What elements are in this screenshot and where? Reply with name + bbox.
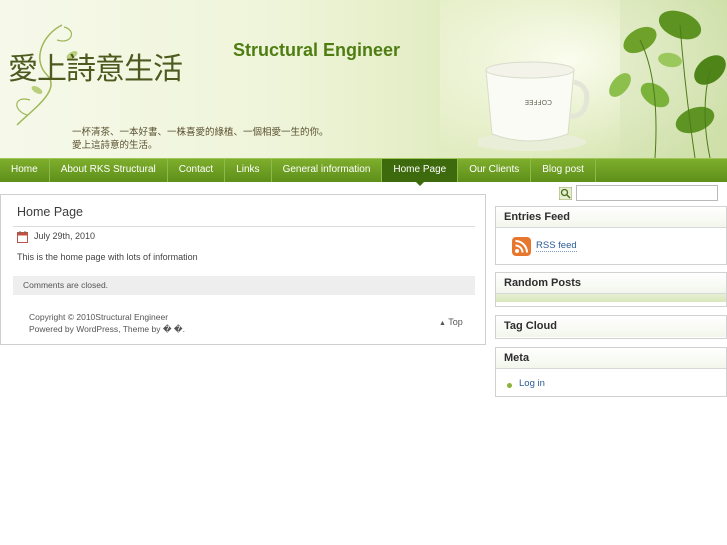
calligraphy-line-1: 一杯清茶、一本好書、一株喜愛的綠植、一個相愛一生的你。 [72, 127, 329, 138]
arrow-up-icon: ▲ [439, 320, 446, 327]
svg-text:COFFEE: COFFEE [525, 98, 552, 106]
site-title[interactable]: Structural Engineer [233, 40, 400, 61]
post-date: July 29th, 2010 [34, 231, 96, 241]
comments-status: Comments are closed. [13, 276, 475, 295]
widget-title-tag-cloud: Tag Cloud [496, 316, 726, 337]
calendar-icon [17, 231, 28, 243]
widget-tag-cloud: Tag Cloud [495, 315, 727, 339]
title-divider [13, 226, 475, 227]
footer-copyright: Copyright © 2010Structural Engineer [29, 312, 169, 322]
search-icon[interactable] [559, 187, 572, 200]
site-header: 愛上詩意生活 一杯清茶、一本好書、一株喜愛的綠植、一個相愛一生的你。 愛上這詩意… [0, 0, 727, 158]
widget-title-entries-feed: Entries Feed [496, 207, 726, 228]
top-link-label: Top [448, 317, 463, 327]
nav-item-blog-post[interactable]: Blog post [531, 159, 596, 182]
widget-title-meta: Meta [496, 348, 726, 369]
nav-item-home[interactable]: Home [0, 159, 50, 182]
nav-item-about[interactable]: About RKS Structural [50, 159, 168, 182]
main-content: Home Page July 29th, 2010 This is the ho… [0, 194, 486, 345]
calligraphy-line-2: 愛上這詩意的生活。 [72, 140, 158, 151]
widget-random-posts: Random Posts [495, 272, 727, 307]
footer-powered-by: Powered by WordPress, Theme by � �. [29, 324, 186, 334]
back-to-top-link[interactable]: ▲ Top [439, 317, 463, 327]
nav-item-contact[interactable]: Contact [168, 159, 226, 182]
post-body: This is the home page with lots of infor… [17, 252, 198, 262]
search-input[interactable] [576, 185, 718, 201]
main-nav: Home About RKS Structural Contact Links … [0, 158, 727, 186]
calligraphy-title: 愛上詩意生活 [8, 52, 183, 87]
widget-entries-feed: Entries Feed RSS feed [495, 206, 727, 265]
nav-item-links[interactable]: Links [225, 159, 272, 182]
post-title[interactable]: Home Page [17, 205, 83, 219]
nav-item-our-clients[interactable]: Our Clients [458, 159, 532, 182]
rss-icon[interactable] [512, 237, 531, 256]
bullet-icon [507, 383, 512, 388]
nav-item-home-page[interactable]: Home Page [382, 159, 459, 186]
plant-leaves-icon [609, 0, 727, 158]
nav-item-general-information[interactable]: General information [272, 159, 383, 182]
rss-feed-link[interactable]: RSS feed [536, 240, 577, 252]
widget-title-random-posts: Random Posts [496, 273, 726, 294]
widget-meta: Meta Log in [495, 347, 727, 397]
login-link[interactable]: Log in [519, 378, 545, 389]
